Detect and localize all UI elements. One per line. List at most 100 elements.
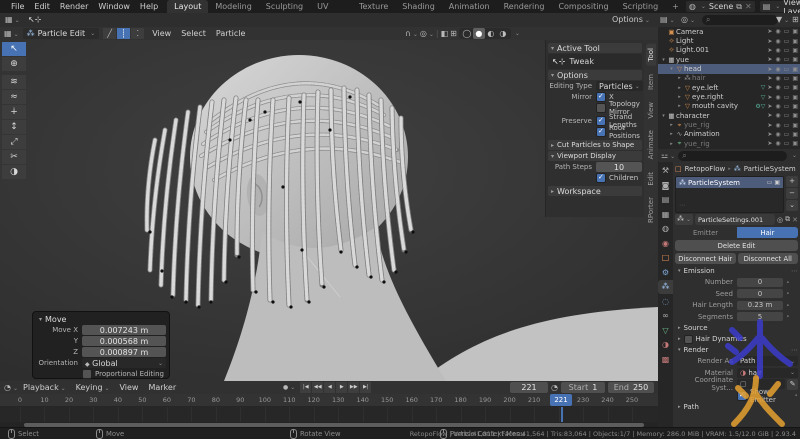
emission-field-value[interactable]: 0.23 m xyxy=(737,300,783,310)
expand-arrow-icon[interactable]: ▸ xyxy=(676,75,683,81)
settings-browse-button[interactable]: ⁂ ⌄ xyxy=(675,214,693,225)
properties-tab[interactable]: ◙ xyxy=(658,179,673,193)
frame-start-field[interactable]: Start 1 xyxy=(561,382,605,393)
properties-tab[interactable]: ◌ xyxy=(658,295,673,309)
properties-tab[interactable]: ◉ xyxy=(658,237,673,251)
xray-icon[interactable]: ⊞ xyxy=(450,29,457,38)
animate-dot-icon[interactable]: ∙ xyxy=(794,392,798,399)
properties-search-input[interactable]: ⌕ xyxy=(678,150,787,161)
shading-mode-button[interactable]: ◑ xyxy=(497,28,509,39)
hide-viewport-toggle-icon[interactable]: ◉ xyxy=(775,140,780,147)
outliner-row[interactable]: ▸ ▽ eye.right ▽ ➤ ◉ ▭ ▣ xyxy=(658,92,800,101)
auto-keying-icon[interactable]: ● ⌄ xyxy=(283,384,295,391)
disable-render-toggle-icon[interactable]: ▣ xyxy=(792,131,798,138)
properties-editor-icon[interactable]: ⚍ ⌄ xyxy=(661,151,675,160)
shading-dropdown-icon[interactable]: ⌄ xyxy=(515,30,520,37)
app-menu-item[interactable]: Edit xyxy=(29,2,55,11)
expand-arrow-icon[interactable]: ▸ xyxy=(668,122,675,128)
disable-viewport-toggle-icon[interactable]: ▭ xyxy=(784,84,790,91)
disable-viewport-toggle-icon[interactable]: ▭ xyxy=(784,47,790,54)
hide-viewport-toggle-icon[interactable]: ◉ xyxy=(775,94,780,101)
new-scene-icon[interactable]: ⧉ xyxy=(736,2,742,12)
workspace-tab[interactable]: UV Editing xyxy=(310,0,352,24)
outliner-item-name[interactable]: eye.right xyxy=(692,93,761,101)
toolbar-tool-button[interactable]: ◑ xyxy=(2,165,26,179)
expand-arrow-icon[interactable]: ▸ xyxy=(676,103,683,109)
mirror-x-checkbox[interactable] xyxy=(596,92,606,102)
timeline-channels[interactable] xyxy=(0,407,658,422)
options-popover-button[interactable]: Options ⌄ xyxy=(612,15,650,24)
toolbar-tool-button[interactable]: ⤢ xyxy=(2,135,26,149)
show-emitter-checkbox[interactable] xyxy=(737,390,747,401)
fake-user-icon[interactable]: ◎ xyxy=(777,216,783,224)
hair-dynamics-checkbox[interactable] xyxy=(683,334,693,344)
scene-selector[interactable]: ◍ ⌄ Scene ⧉ ✕ xyxy=(685,1,755,12)
disable-viewport-toggle-icon[interactable]: ▭ xyxy=(784,122,790,129)
outliner-item-name[interactable]: Light xyxy=(676,37,765,45)
hair-mode-button[interactable]: Hair xyxy=(737,227,798,238)
current-frame-field[interactable]: 221 xyxy=(510,382,549,393)
hide-viewport-toggle-icon[interactable]: ◉ xyxy=(775,122,780,129)
render-toggle-icon[interactable]: ▭ xyxy=(767,179,773,186)
properties-tab[interactable]: ∞ xyxy=(658,309,673,323)
disable-render-toggle-icon[interactable]: ▣ xyxy=(792,47,798,54)
disable-render-toggle-icon[interactable]: ▣ xyxy=(792,75,798,82)
timeline-playhead[interactable]: 221 xyxy=(550,394,572,406)
editing-type-dropdown[interactable]: Particles ⌄ xyxy=(596,81,643,91)
emission-field-value[interactable]: 0 xyxy=(737,289,783,299)
disable-viewport-toggle-icon[interactable]: ▭ xyxy=(784,140,790,147)
transport-button[interactable]: |◀ xyxy=(300,382,312,393)
view-layer-selector[interactable]: ▤⌄ View Layer ⧉✕ xyxy=(759,0,800,16)
root-positions-checkbox[interactable] xyxy=(596,127,606,137)
unlink-scene-icon[interactable]: ✕ xyxy=(745,2,752,11)
workspace-tab[interactable]: Scripting xyxy=(616,0,666,13)
disable-viewport-toggle-icon[interactable]: ▭ xyxy=(784,56,790,63)
disable-render-toggle-icon[interactable]: ▣ xyxy=(792,56,798,63)
hide-viewport-toggle-icon[interactable]: ◉ xyxy=(775,47,780,54)
disable-viewport-toggle-icon[interactable]: ▭ xyxy=(784,103,790,110)
properties-tab[interactable]: □ xyxy=(658,251,673,265)
sidebar-tab[interactable]: Tool xyxy=(646,44,656,66)
particle-specials-button[interactable]: ⌄ xyxy=(786,200,798,211)
panel-options-header[interactable]: Options xyxy=(548,70,642,80)
sidebar-tab[interactable]: Edit xyxy=(646,168,656,190)
emission-field-value[interactable]: 5 xyxy=(737,312,783,322)
viewport-menu-item[interactable]: Particle xyxy=(211,29,251,38)
expand-arrow-icon[interactable]: ▾ xyxy=(660,57,667,63)
timeline-editor-icon[interactable]: ◔ ⌄ xyxy=(4,383,18,392)
properties-tab[interactable]: ⚒ xyxy=(658,164,673,178)
transport-button[interactable]: ▶▶ xyxy=(348,382,360,393)
outliner-item-name[interactable]: mouth cavity xyxy=(692,102,755,110)
emission-panel-header[interactable]: Emission⋯ xyxy=(675,266,798,276)
panel-active-tool-header[interactable]: Active Tool xyxy=(548,43,642,53)
transport-button[interactable]: ◀◀ xyxy=(312,382,324,393)
breadcrumb-object[interactable]: RetopoFlow xyxy=(685,165,726,173)
sidebar-tab[interactable]: Animate xyxy=(646,126,656,163)
disable-viewport-toggle-icon[interactable]: ▭ xyxy=(784,66,790,73)
selectable-toggle-icon[interactable]: ➤ xyxy=(767,47,772,54)
outliner-item-name[interactable]: Light.001 xyxy=(676,46,765,54)
expand-arrow-icon[interactable]: ▸ xyxy=(668,131,675,137)
outliner-item-name[interactable]: yue xyxy=(676,56,765,64)
orientation-dropdown[interactable]: ◆ Global ⌄ xyxy=(82,358,166,368)
app-menu-item[interactable]: Render xyxy=(55,2,93,11)
outliner-item-name[interactable]: Camera xyxy=(676,28,765,36)
particle-system-item[interactable]: ⁂ ParticleSystem ▭ ▣ xyxy=(676,177,783,188)
disable-render-toggle-icon[interactable]: ▣ xyxy=(792,140,798,147)
timeline-menu-item[interactable]: View xyxy=(114,383,143,392)
outliner-display-mode-icon[interactable]: ▤ ⌄ xyxy=(660,15,675,24)
disable-viewport-toggle-icon[interactable]: ▭ xyxy=(784,94,790,101)
disable-viewport-toggle-icon[interactable]: ▭ xyxy=(784,38,790,45)
emitter-mode-button[interactable]: Emitter xyxy=(675,227,736,238)
delete-edit-button[interactable]: Delete Edit xyxy=(675,240,798,251)
render-panel-header[interactable]: Render⋯ xyxy=(675,345,798,355)
hide-viewport-toggle-icon[interactable]: ◉ xyxy=(775,112,780,119)
camera-toggle-icon[interactable]: ▣ xyxy=(774,179,780,186)
remove-particle-system-button[interactable]: − xyxy=(786,188,798,199)
toolbar-tool-button[interactable]: ✂ xyxy=(2,150,26,164)
panel-workspace-header[interactable]: Workspace xyxy=(548,186,642,196)
workspace-tab[interactable]: Modeling xyxy=(208,0,258,13)
app-menu-item[interactable]: Help xyxy=(135,2,163,11)
workspace-tab[interactable]: Texture Paint xyxy=(352,0,395,24)
move-panel-header[interactable]: Move xyxy=(36,314,166,324)
